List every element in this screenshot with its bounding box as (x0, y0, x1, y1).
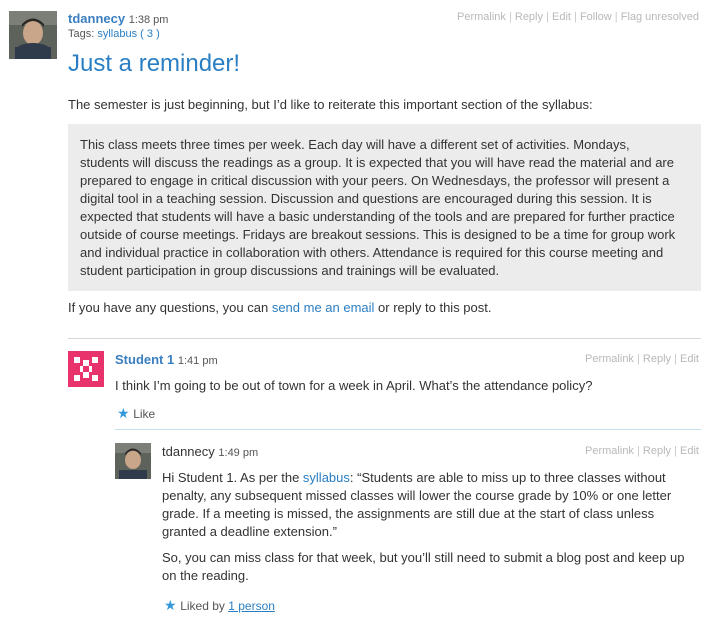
reply2-author-avatar[interactable] (115, 443, 151, 479)
quote-line: students will discuss the readings as a … (80, 155, 674, 170)
reply2-text: Hi Student 1. As per the (162, 470, 303, 485)
reply2-line: granted a deadline extension.” (162, 524, 337, 539)
flag-unresolved-action[interactable]: Flag unresolved (621, 11, 699, 23)
liked-by-link[interactable]: 1 person (228, 599, 275, 613)
post-actions: Permalink | Reply | Edit | Follow | Flag… (456, 11, 699, 23)
quote-line: outside of course meetings. Fridays are … (80, 227, 676, 242)
tags-label: Tags: (68, 28, 95, 40)
syllabus-quote: This class meets three times per week. E… (68, 124, 701, 291)
send-email-link[interactable]: send me an email (272, 300, 375, 315)
reply2-line: grade. If a meeting is missed, the assig… (162, 506, 655, 521)
quote-line: digital tool in a teaching session. Disc… (80, 191, 652, 206)
post-intro: The semester is just beginning, but I’d … (68, 97, 593, 112)
tag-count[interactable]: ( 3 ) (140, 28, 160, 40)
tag-syllabus-link[interactable]: syllabus (97, 28, 137, 40)
outro-text-end: or reply to this post. (374, 300, 492, 315)
reply1-text: I think I’m going to be out of town for … (115, 378, 593, 393)
post-time: 1:38 pm (128, 14, 169, 26)
post-header: tdannecy 1:38 pm (68, 11, 168, 26)
syllabus-link[interactable]: syllabus (303, 470, 350, 485)
reply1-author-name[interactable]: Student 1 (115, 352, 174, 367)
avatar-photo-icon (115, 443, 151, 479)
post-divider (68, 338, 701, 339)
like-button[interactable]: ★ Like (117, 405, 155, 422)
reply-action[interactable]: Reply (643, 353, 671, 365)
avatar-photo-icon (9, 11, 57, 59)
reply2-line: penalty, any subsequent missed classes w… (162, 488, 672, 503)
reply-action[interactable]: Reply (515, 11, 543, 23)
post-title: Just a reminder! (68, 50, 241, 77)
outro-text: If you have any questions, you can (68, 300, 272, 315)
reply2-line: on the reading. (162, 568, 249, 583)
reply2-author-name[interactable]: tdannecy (162, 444, 215, 459)
post-tags: Tags: syllabus ( 3 ) (68, 28, 160, 40)
student-avatar[interactable] (68, 351, 104, 387)
quote-line: expected that students will have a basic… (80, 209, 675, 224)
edit-action[interactable]: Edit (680, 445, 699, 457)
identicon-avatar-icon (68, 351, 104, 387)
permalink-action[interactable]: Permalink (585, 353, 634, 365)
liked-by: ★ Liked by 1 person (164, 597, 275, 614)
reply1-divider (115, 429, 701, 430)
reply2-body: Hi Student 1. As per the syllabus: “Stud… (162, 469, 684, 585)
reply1-header: Student 1 1:41 pm (115, 352, 218, 367)
quote-line: prepared to engage in critical discussio… (80, 173, 670, 188)
reply2-line: Hi Student 1. As per the syllabus: “Stud… (162, 469, 684, 487)
reply2-text: : “Students are able to miss up to three… (349, 470, 666, 485)
edit-action[interactable]: Edit (552, 11, 571, 23)
reply2-line: So, you can miss class for that week, bu… (162, 550, 685, 565)
permalink-action[interactable]: Permalink (585, 445, 634, 457)
quote-line: This class meets three times per week. E… (80, 137, 630, 152)
permalink-action[interactable]: Permalink (457, 11, 506, 23)
star-icon: ★ (164, 597, 177, 613)
quote-line: student participation in group discussio… (80, 263, 500, 278)
post-author-avatar[interactable] (9, 11, 57, 59)
reply1-actions: Permalink | Reply | Edit (585, 353, 699, 365)
post-author-name[interactable]: tdannecy (68, 11, 125, 26)
edit-action[interactable]: Edit (680, 353, 699, 365)
reply2-time: 1:49 pm (218, 447, 259, 459)
star-icon: ★ (117, 405, 130, 421)
liked-by-label: Liked by (180, 599, 229, 613)
like-label: Like (133, 407, 156, 421)
reply-action[interactable]: Reply (643, 445, 671, 457)
reply1-time: 1:41 pm (177, 355, 218, 367)
follow-action[interactable]: Follow (580, 11, 612, 23)
post-outro: If you have any questions, you can send … (68, 299, 492, 317)
reply2-actions: Permalink | Reply | Edit (585, 445, 699, 457)
quote-line: and individual practice in collaboration… (80, 245, 664, 260)
reply2-header: tdannecy 1:49 pm (162, 444, 258, 459)
